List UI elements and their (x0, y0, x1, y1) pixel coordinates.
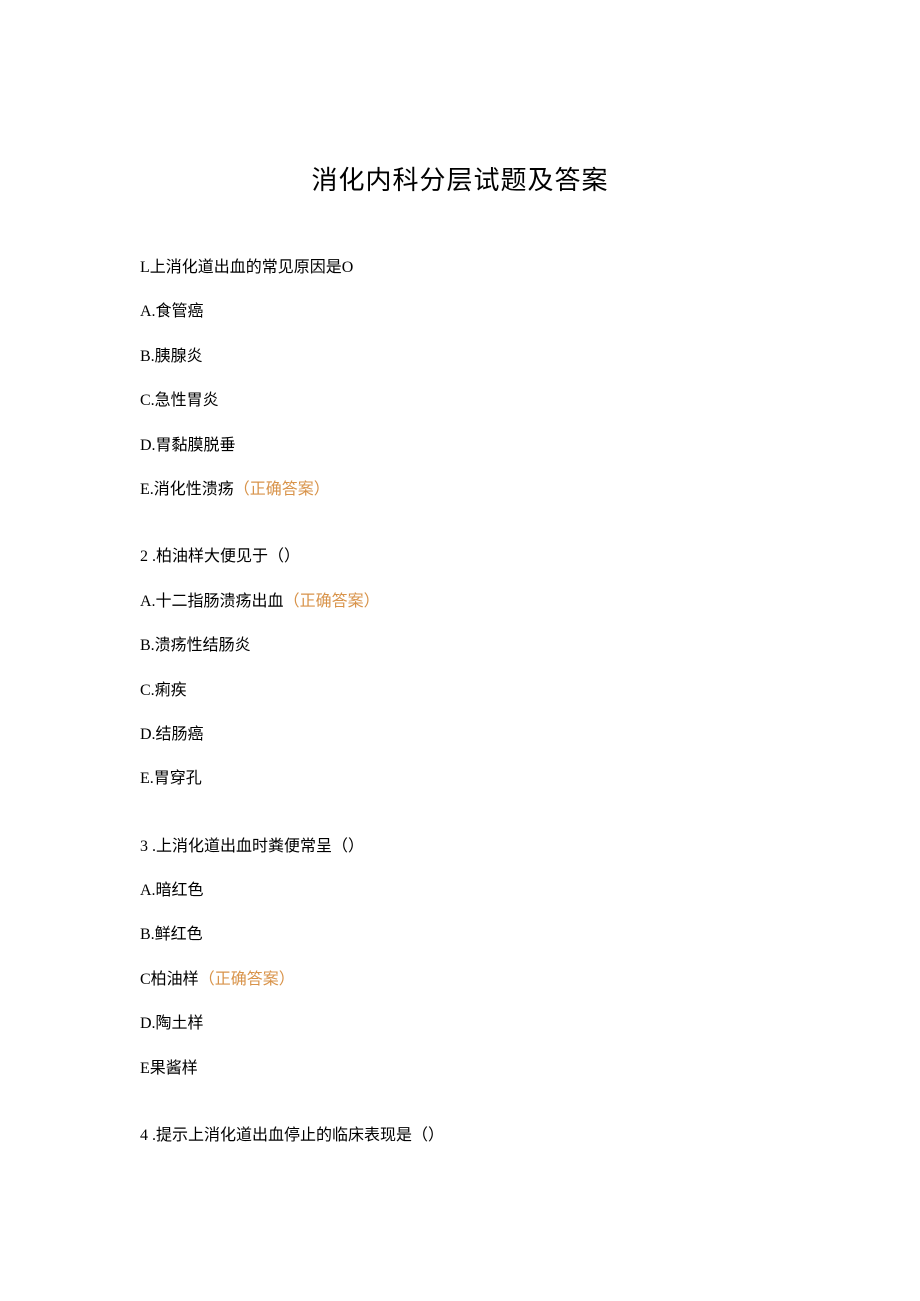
question-body: .上消化道出血时粪便常呈（） (152, 838, 364, 855)
question-number: 2 (140, 548, 152, 565)
question-number: 3 (140, 838, 152, 855)
option-label: A.十二指肠溃疡出血 (140, 593, 284, 610)
option-label: E.消化性溃疡 (140, 481, 234, 498)
option-c: C.痢疾 (140, 680, 780, 702)
option-a: A.食管癌 (140, 301, 780, 323)
question-2: 2.柏油样大便见于（） A.十二指肠溃疡出血（正确答案） B.溃疡性结肠炎 C.… (140, 546, 780, 790)
option-b: B.溃疡性结肠炎 (140, 635, 780, 657)
question-body: .提示上消化道出血停止的临床表现是（） (152, 1127, 444, 1144)
option-e: E.消化性溃疡（正确答案） (140, 479, 780, 501)
correct-answer-marker: （正确答案） (234, 481, 330, 498)
question-text: 2.柏油样大便见于（） (140, 546, 780, 568)
option-e: E.胃穿孔 (140, 768, 780, 790)
option-e: E果酱样 (140, 1058, 780, 1080)
question-text: 3.上消化道出血时粪便常呈（） (140, 836, 780, 858)
question-1: L上消化道出血的常见原因是O A.食管癌 B.胰腺炎 C.急性胃炎 D.胃黏膜脱… (140, 257, 780, 501)
page-title: 消化内科分层试题及答案 (140, 160, 780, 197)
question-text: L上消化道出血的常见原因是O (140, 257, 780, 279)
option-d: D.陶土样 (140, 1013, 780, 1035)
option-b: B.鲜红色 (140, 924, 780, 946)
option-d: D.结肠癌 (140, 724, 780, 746)
option-b: B.胰腺炎 (140, 346, 780, 368)
correct-answer-marker: （正确答案） (199, 971, 295, 988)
question-number: 4 (140, 1127, 152, 1144)
option-label: C柏油样 (140, 971, 199, 988)
correct-answer-marker: （正确答案） (284, 593, 380, 610)
question-text: 4.提示上消化道出血停止的临床表现是（） (140, 1125, 780, 1147)
question-4: 4.提示上消化道出血停止的临床表现是（） (140, 1125, 780, 1147)
option-d: D.胃黏膜脱垂 (140, 435, 780, 457)
option-c: C柏油样（正确答案） (140, 969, 780, 991)
question-body: .柏油样大便见于（） (152, 548, 300, 565)
question-3: 3.上消化道出血时粪便常呈（） A.暗红色 B.鲜红色 C柏油样（正确答案） D… (140, 836, 780, 1080)
option-c: C.急性胃炎 (140, 390, 780, 412)
option-a: A.十二指肠溃疡出血（正确答案） (140, 591, 780, 613)
option-a: A.暗红色 (140, 880, 780, 902)
